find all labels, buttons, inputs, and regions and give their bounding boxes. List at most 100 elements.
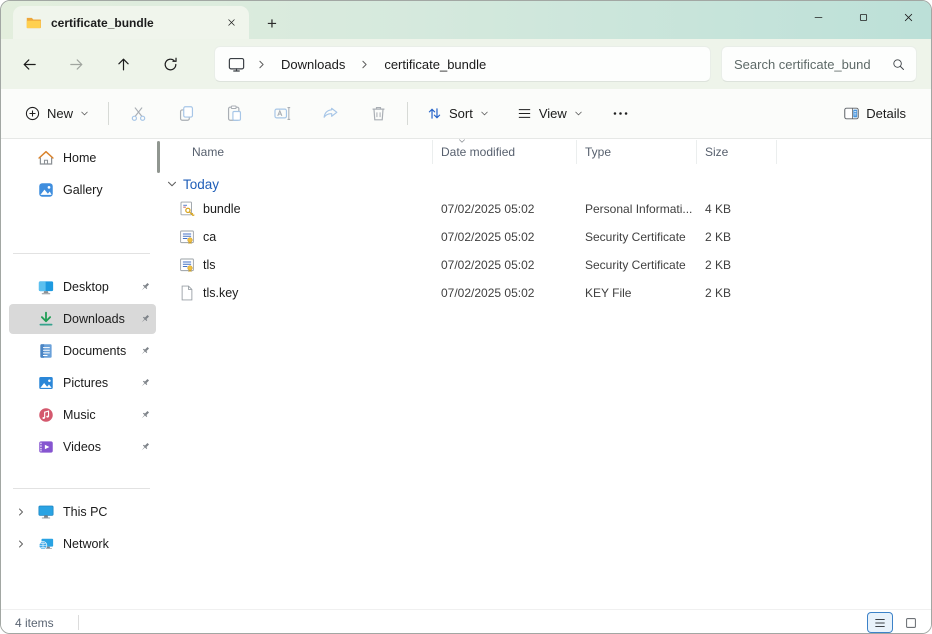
expand-chevron-icon[interactable] bbox=[15, 537, 37, 551]
maximize-icon bbox=[856, 10, 871, 25]
sidebar-item-icon bbox=[37, 406, 55, 424]
expand-chevron-icon[interactable] bbox=[15, 505, 37, 519]
toolbar-divider bbox=[407, 102, 408, 125]
sidebar-item-label: Gallery bbox=[63, 183, 137, 197]
share-button[interactable] bbox=[310, 97, 350, 131]
forward-button[interactable] bbox=[58, 46, 94, 82]
sidebar-item-gallery[interactable]: Gallery bbox=[9, 175, 156, 205]
up-button[interactable] bbox=[105, 46, 141, 82]
back-icon bbox=[21, 56, 38, 73]
file-type-icon bbox=[178, 284, 196, 302]
sidebar-item-documents[interactable]: Documents bbox=[9, 336, 156, 366]
chevron-right-icon bbox=[358, 58, 371, 71]
sidebar-item-icon bbox=[37, 181, 55, 199]
status-bar: 4 items bbox=[1, 609, 931, 634]
file-row-bundle[interactable]: bundle 07/02/2025 05:02 Personal Informa… bbox=[162, 195, 931, 223]
titlebar: certificate_bundle + bbox=[1, 1, 931, 39]
chevron-down-icon bbox=[79, 108, 90, 119]
column-header-type[interactable]: Type bbox=[577, 140, 697, 164]
search-input[interactable] bbox=[734, 57, 891, 72]
file-name: tls bbox=[203, 258, 216, 272]
minimize-icon bbox=[811, 10, 826, 25]
file-date-modified: 07/02/2025 05:02 bbox=[433, 230, 577, 244]
copy-button[interactable] bbox=[166, 97, 206, 131]
rename-button[interactable] bbox=[262, 97, 302, 131]
file-size: 2 KB bbox=[697, 230, 777, 244]
column-header-date-modified[interactable]: Date modified bbox=[433, 140, 577, 164]
file-row-tls[interactable]: tls 07/02/2025 05:02 Security Certificat… bbox=[162, 251, 931, 279]
new-button[interactable]: New bbox=[15, 97, 99, 131]
refresh-icon bbox=[162, 56, 179, 73]
details-button-label: Details bbox=[866, 106, 906, 121]
details-view-button[interactable] bbox=[868, 613, 892, 632]
sidebar-item-label: This PC bbox=[63, 505, 137, 519]
view-button[interactable]: View bbox=[507, 97, 593, 131]
file-size: 2 KB bbox=[697, 258, 777, 272]
tab-title: certificate_bundle bbox=[51, 16, 219, 30]
new-tab-button[interactable]: + bbox=[259, 10, 285, 36]
pin-icon bbox=[137, 408, 152, 423]
sidebar-item-desktop[interactable]: Desktop bbox=[9, 272, 156, 302]
group-header-today[interactable]: Today bbox=[162, 173, 931, 195]
status-divider bbox=[78, 615, 79, 630]
sort-direction-icon bbox=[457, 139, 467, 146]
breadcrumb-downloads[interactable]: Downloads bbox=[277, 55, 349, 74]
sidebar-item-pictures[interactable]: Pictures bbox=[9, 368, 156, 398]
sort-icon bbox=[426, 105, 443, 122]
file-type: Security Certificate bbox=[577, 230, 697, 244]
sidebar-item-this-pc[interactable]: This PC bbox=[9, 497, 156, 527]
details-pane-icon bbox=[843, 105, 860, 122]
pin-icon bbox=[137, 344, 152, 359]
paste-button[interactable] bbox=[214, 97, 254, 131]
sidebar-item-label: Downloads bbox=[63, 312, 137, 326]
large-icons-view-button[interactable] bbox=[899, 613, 923, 632]
pin-icon bbox=[137, 280, 152, 295]
monitor-icon bbox=[227, 55, 246, 74]
sidebar-item-label: Desktop bbox=[63, 280, 137, 294]
close-icon bbox=[901, 10, 916, 25]
delete-button[interactable] bbox=[358, 97, 398, 131]
minimize-button[interactable] bbox=[796, 1, 841, 33]
column-header-size[interactable]: Size bbox=[697, 140, 777, 164]
sidebar-divider bbox=[13, 488, 150, 489]
sidebar-item-label: Pictures bbox=[63, 376, 137, 390]
refresh-button[interactable] bbox=[152, 46, 188, 82]
breadcrumb-certificate-bundle[interactable]: certificate_bundle bbox=[380, 55, 490, 74]
file-date-modified: 07/02/2025 05:02 bbox=[433, 258, 577, 272]
sidebar-scrollbar[interactable] bbox=[157, 141, 160, 173]
sidebar-item-icon bbox=[37, 278, 55, 296]
sidebar-item-home[interactable]: Home bbox=[9, 143, 156, 173]
sidebar: Home Gallery Desktop Downloads Documents… bbox=[1, 139, 162, 609]
sidebar-item-icon bbox=[37, 310, 55, 328]
breadcrumb[interactable]: Downloads certificate_bundle bbox=[214, 46, 711, 82]
pin-icon bbox=[137, 312, 152, 327]
file-row-tls.key[interactable]: tls.key 07/02/2025 05:02 KEY File 2 KB bbox=[162, 279, 931, 307]
more-dots-icon bbox=[611, 104, 630, 123]
large-icons-view-icon bbox=[904, 616, 918, 630]
file-size: 4 KB bbox=[697, 202, 777, 216]
new-button-label: New bbox=[47, 106, 73, 121]
toolbar: New Sort View Details bbox=[1, 89, 931, 139]
maximize-button[interactable] bbox=[841, 1, 886, 33]
sidebar-item-videos[interactable]: Videos bbox=[9, 432, 156, 462]
more-options-button[interactable] bbox=[603, 97, 639, 131]
sidebar-item-network[interactable]: Network bbox=[9, 529, 156, 559]
sidebar-item-downloads[interactable]: Downloads bbox=[9, 304, 156, 334]
tab-close-button[interactable] bbox=[219, 11, 243, 35]
back-button[interactable] bbox=[11, 46, 47, 82]
cut-button[interactable] bbox=[118, 97, 158, 131]
collapse-chevron-icon[interactable] bbox=[165, 177, 179, 191]
sidebar-item-icon bbox=[37, 374, 55, 392]
column-header-name[interactable]: Name bbox=[162, 140, 433, 164]
file-row-ca[interactable]: ca 07/02/2025 05:02 Security Certificate… bbox=[162, 223, 931, 251]
sidebar-item-label: Network bbox=[63, 537, 137, 551]
tab-certificate-bundle[interactable]: certificate_bundle bbox=[13, 6, 249, 39]
sidebar-item-music[interactable]: Music bbox=[9, 400, 156, 430]
close-button[interactable] bbox=[886, 1, 931, 33]
paste-icon bbox=[225, 104, 244, 123]
details-pane-button[interactable]: Details bbox=[834, 97, 915, 131]
sort-button[interactable]: Sort bbox=[417, 97, 499, 131]
sort-button-label: Sort bbox=[449, 106, 473, 121]
file-type: Personal Informati... bbox=[577, 202, 697, 216]
search-box[interactable] bbox=[721, 46, 917, 82]
